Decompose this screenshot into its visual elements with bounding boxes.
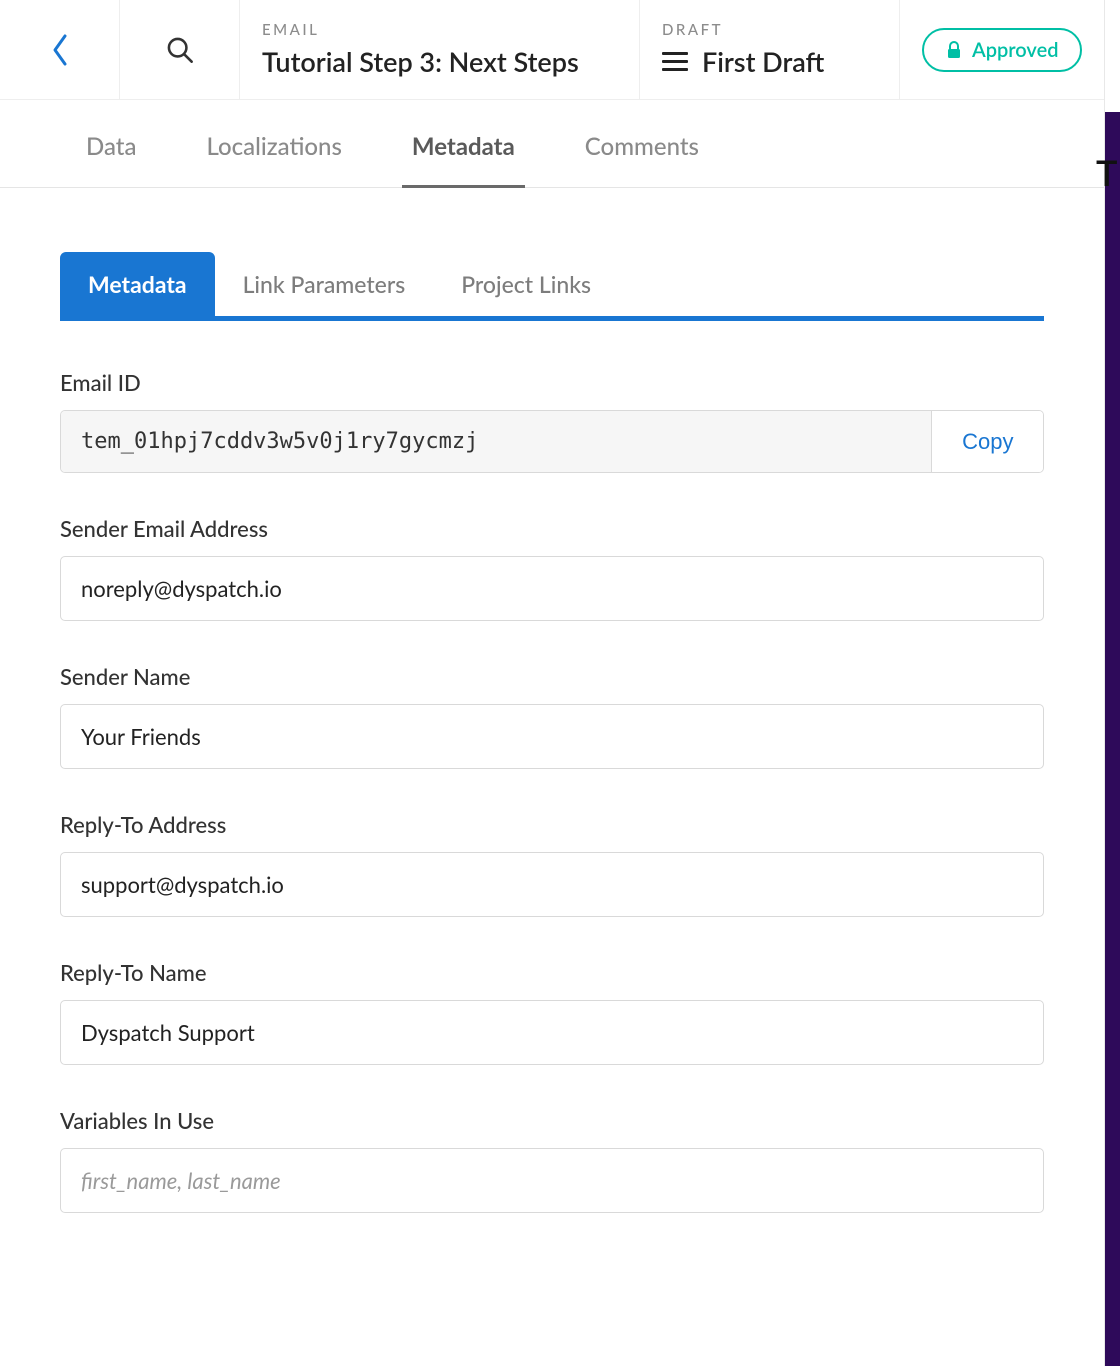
reply-to-name-input[interactable] — [60, 1000, 1044, 1065]
reply-to-address-input[interactable] — [60, 852, 1044, 917]
subtab-link-parameters[interactable]: Link Parameters — [215, 252, 434, 316]
primary-tabs: Data Localizations Metadata Comments — [0, 100, 1104, 188]
back-button[interactable] — [0, 0, 120, 99]
title-block: EMAIL Tutorial Step 3: Next Steps — [240, 0, 640, 99]
draft-eyebrow: DRAFT — [662, 21, 877, 39]
field-email-id: Email ID tem_01hpj7cddv3w5v0j1ry7gycmzj … — [60, 369, 1044, 473]
tab-data[interactable]: Data — [86, 132, 136, 161]
sender-name-input[interactable] — [60, 704, 1044, 769]
reply-to-name-label: Reply-To Name — [60, 959, 1044, 986]
draft-name: First Draft — [702, 45, 824, 78]
right-panel-edge — [1105, 0, 1120, 1366]
email-id-label: Email ID — [60, 369, 1044, 396]
variables-label: Variables In Use — [60, 1107, 1044, 1134]
lock-icon — [946, 41, 962, 59]
tab-comments[interactable]: Comments — [585, 132, 699, 161]
field-sender-email: Sender Email Address — [60, 515, 1044, 621]
tab-localizations[interactable]: Localizations — [206, 132, 341, 161]
right-cropped-char: T — [1090, 150, 1120, 194]
copy-button[interactable]: Copy — [931, 411, 1043, 472]
top-bar: EMAIL Tutorial Step 3: Next Steps DRAFT … — [0, 0, 1104, 100]
field-reply-to-address: Reply-To Address — [60, 811, 1044, 917]
draft-block[interactable]: DRAFT First Draft — [640, 0, 900, 99]
field-variables: Variables In Use — [60, 1107, 1044, 1213]
menu-icon — [662, 52, 688, 71]
email-eyebrow: EMAIL — [262, 21, 617, 39]
field-reply-to-name: Reply-To Name — [60, 959, 1044, 1065]
sender-name-label: Sender Name — [60, 663, 1044, 690]
sender-email-input[interactable] — [60, 556, 1044, 621]
content-area: Metadata Link Parameters Project Links E… — [0, 188, 1104, 1366]
subtab-metadata[interactable]: Metadata — [60, 252, 215, 316]
search-icon — [166, 36, 194, 64]
chevron-left-icon — [50, 33, 70, 67]
field-sender-name: Sender Name — [60, 663, 1044, 769]
approved-label: Approved — [972, 38, 1058, 62]
approve-cell: Approved — [900, 0, 1104, 99]
approved-button[interactable]: Approved — [922, 28, 1082, 72]
search-button[interactable] — [120, 0, 240, 99]
sender-email-label: Sender Email Address — [60, 515, 1044, 542]
sub-tabs: Metadata Link Parameters Project Links — [60, 252, 1044, 321]
variables-input[interactable] — [60, 1148, 1044, 1213]
email-id-value[interactable]: tem_01hpj7cddv3w5v0j1ry7gycmzj — [61, 411, 931, 472]
page-title: Tutorial Step 3: Next Steps — [262, 45, 617, 78]
reply-to-address-label: Reply-To Address — [60, 811, 1044, 838]
subtab-project-links[interactable]: Project Links — [433, 252, 619, 316]
tab-metadata[interactable]: Metadata — [412, 132, 515, 161]
